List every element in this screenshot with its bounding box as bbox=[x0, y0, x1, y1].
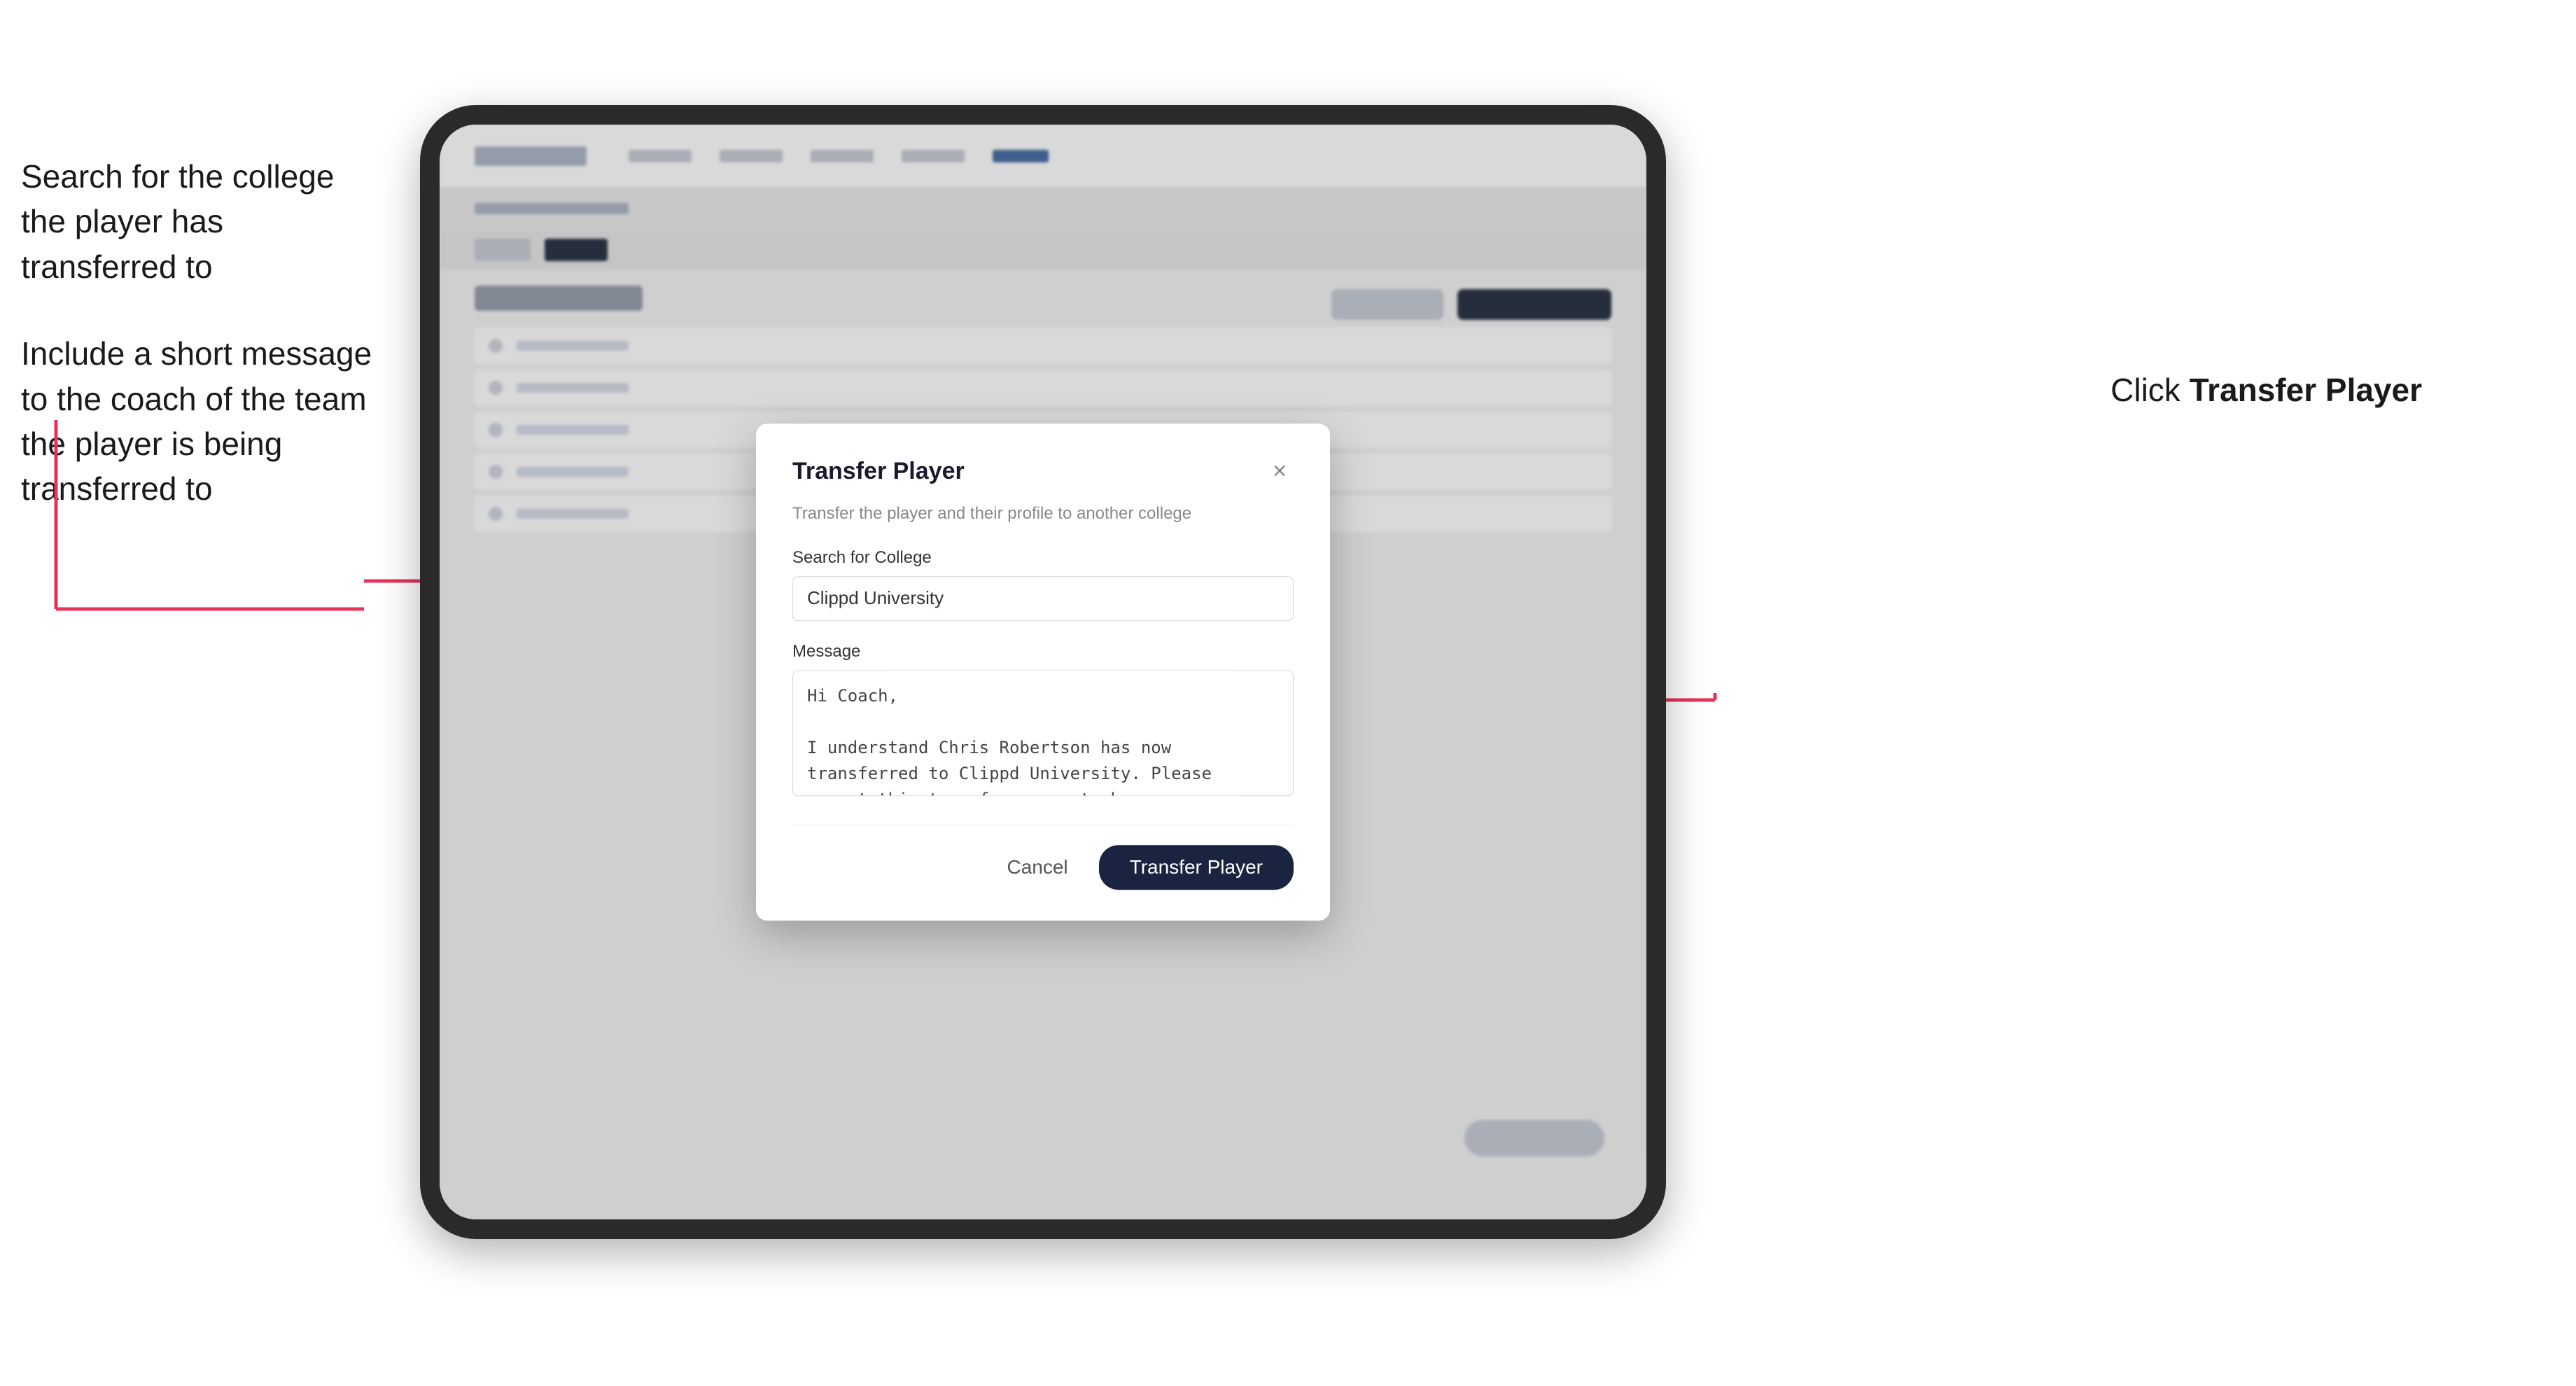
annotation-message-text: Include a short message to the coach of … bbox=[21, 331, 385, 512]
modal-overlay: Transfer Player × Transfer the player an… bbox=[440, 125, 1646, 1219]
transfer-player-button[interactable]: Transfer Player bbox=[1099, 845, 1294, 890]
annotation-transfer-bold: Transfer Player bbox=[2190, 372, 2422, 408]
cancel-button[interactable]: Cancel bbox=[993, 849, 1082, 886]
dialog-title: Transfer Player bbox=[792, 458, 965, 485]
annotation-search-text: Search for the college the player has tr… bbox=[21, 154, 385, 289]
dialog-footer: Cancel Transfer Player bbox=[792, 825, 1294, 890]
annotation-right: Click Transfer Player bbox=[2110, 371, 2422, 409]
message-textarea[interactable]: Hi Coach, I understand Chris Robertson h… bbox=[792, 670, 1294, 796]
college-search-input[interactable] bbox=[792, 576, 1294, 621]
dialog-subtitle: Transfer the player and their profile to… bbox=[792, 502, 1294, 526]
annotation-click-text: Click bbox=[2110, 372, 2189, 408]
tablet-frame: Transfer Player × Transfer the player an… bbox=[420, 105, 1666, 1239]
college-label: Search for College bbox=[792, 548, 1294, 568]
dialog-header: Transfer Player × bbox=[792, 457, 1294, 485]
annotation-left: Search for the college the player has tr… bbox=[21, 154, 385, 554]
dialog-close-button[interactable]: × bbox=[1266, 457, 1294, 485]
tablet-screen: Transfer Player × Transfer the player an… bbox=[440, 125, 1646, 1219]
transfer-player-dialog: Transfer Player × Transfer the player an… bbox=[756, 424, 1330, 920]
message-label: Message bbox=[792, 642, 1294, 662]
